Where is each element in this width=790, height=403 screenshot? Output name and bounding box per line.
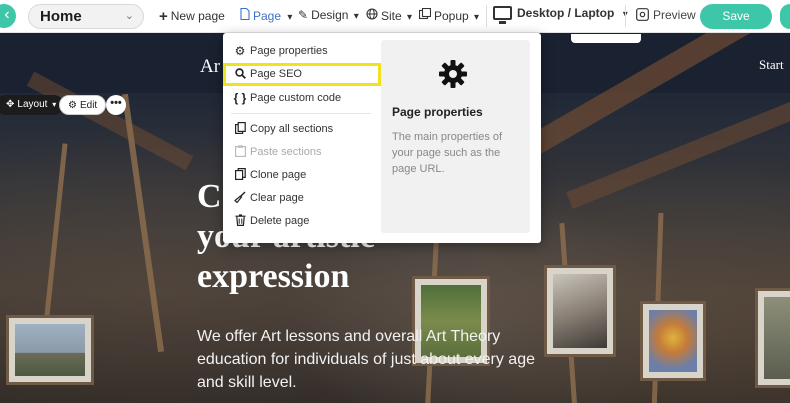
device-label: Desktop / Laptop [517, 6, 615, 20]
search-icon [233, 63, 247, 86]
chevron-down-icon: ▾ [52, 100, 57, 109]
menu-item-page-properties[interactable]: ⚙ Page properties [223, 40, 381, 63]
editor-toolbar: ‹ Home ⌄ + New page Page ▾ ✎ Design ▾ Site… [0, 0, 790, 33]
broom-icon [233, 187, 247, 210]
globe-icon [366, 8, 378, 23]
popup-icon [418, 7, 432, 23]
info-title: Page properties [392, 105, 483, 119]
menu-item-page-custom-code[interactable]: { } Page custom code [223, 87, 381, 110]
device-selector[interactable]: Desktop / Laptop ▾ [493, 6, 628, 24]
gear-icon: ⚙ [234, 44, 246, 58]
preview-icon [636, 8, 649, 24]
layout-button[interactable]: ✥ Layout ▾ [0, 95, 65, 115]
menu-item-label: Copy all sections [250, 123, 334, 135]
paste-icon [233, 141, 247, 164]
design-menu-label: Design [311, 8, 349, 22]
chevron-down-icon: ▾ [474, 12, 480, 23]
menu-item-clear-page[interactable]: Clear page [223, 187, 381, 210]
publish-button[interactable] [780, 4, 790, 29]
monitor-icon [493, 6, 512, 24]
menu-item-clone-page[interactable]: Clone page [223, 164, 381, 187]
menu-item-label: Paste sections [250, 146, 322, 158]
clone-icon [233, 164, 247, 187]
save-button[interactable]: Save [700, 4, 772, 29]
hero-description[interactable]: We offer Art lessons and overall Art The… [197, 325, 537, 394]
new-page-label: New page [170, 9, 225, 23]
more-options-button[interactable]: ••• [106, 95, 126, 115]
site-menu-button[interactable]: Site ▾ [366, 8, 412, 23]
layout-label: Layout [17, 99, 48, 110]
site-menu-label: Site [381, 9, 402, 23]
move-icon: ✥ [6, 99, 15, 110]
gear-icon [437, 58, 469, 90]
page-select[interactable]: Home ⌄ [28, 4, 144, 29]
menu-divider [231, 113, 371, 114]
background-canvas [544, 265, 616, 357]
background-canvas [640, 301, 706, 381]
back-button[interactable]: ‹ [0, 4, 16, 28]
menu-item-paste-sections[interactable]: Paste sections [223, 141, 381, 164]
copy-icon [233, 118, 247, 141]
plus-icon: + [159, 8, 168, 25]
menu-item-label: Clear page [250, 192, 304, 204]
menu-item-page-seo[interactable]: Page SEO [223, 63, 381, 86]
popup-menu-button[interactable]: Popup ▾ [418, 7, 480, 23]
chevron-down-icon: ⌄ [124, 10, 134, 22]
chevron-down-icon: ▾ [353, 11, 359, 22]
headline-line: expression [197, 258, 350, 295]
gear-icon: ⚙ [68, 100, 77, 111]
page-menu-button[interactable]: Page ▾ [240, 7, 293, 23]
site-brand[interactable]: Ar [200, 56, 220, 78]
menu-item-label: Page custom code [250, 92, 342, 104]
info-description: The main properties of your page such as… [392, 131, 503, 175]
menu-item-delete-page[interactable]: Delete page [223, 210, 381, 233]
menu-item-copy-all-sections[interactable]: Copy all sections [223, 118, 381, 141]
page-icon [240, 7, 250, 23]
preview-button[interactable]: Preview [636, 8, 696, 24]
toolbar-divider [625, 5, 626, 27]
section-drag-handle[interactable] [571, 34, 641, 43]
menu-item-label: Page properties [250, 45, 328, 57]
menu-item-label: Delete page [250, 215, 310, 227]
trash-icon [233, 210, 247, 233]
preview-label: Preview [653, 8, 696, 22]
nav-link-start[interactable]: Start [759, 57, 784, 73]
chevron-left-icon: ‹ [4, 6, 10, 23]
toolbar-divider [486, 5, 487, 27]
new-page-button[interactable]: + New page [159, 8, 225, 25]
page-select-value: Home [40, 8, 82, 25]
curly-braces-icon: { } [233, 91, 247, 105]
page-menu-label: Page [253, 9, 282, 23]
brush-icon: ✎ [298, 8, 309, 22]
popup-menu-label: Popup [434, 9, 469, 23]
edit-section-button[interactable]: ⚙ Edit [59, 95, 107, 115]
background-canvas [755, 288, 790, 388]
chevron-down-icon: ▾ [407, 12, 413, 23]
background-canvas [6, 315, 94, 385]
menu-item-label: Clone page [250, 169, 307, 181]
chevron-down-icon: ▾ [287, 12, 293, 23]
edit-label: Edit [79, 100, 98, 111]
menu-info-panel: Page properties The main properties of y… [381, 40, 530, 233]
menu-item-label: Page SEO [250, 68, 302, 80]
design-menu-button[interactable]: ✎ Design ▾ [298, 8, 359, 22]
page-menu-dropdown: ⚙ Page properties Page SEO { } Page cust… [223, 33, 541, 243]
